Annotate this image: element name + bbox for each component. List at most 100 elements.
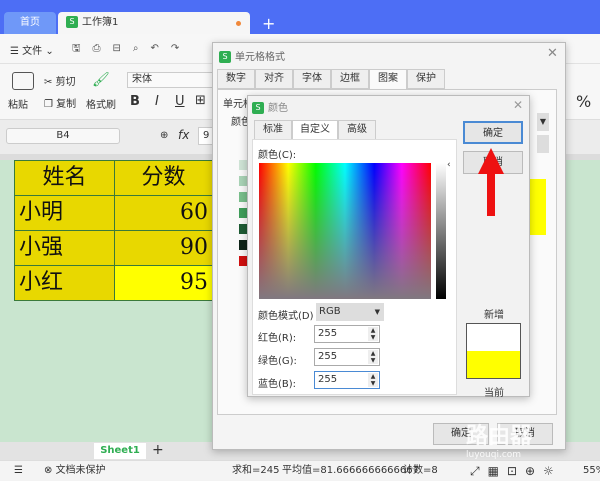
- color-swatch[interactable]: [239, 192, 247, 202]
- blue-label: 蓝色(B):: [258, 379, 297, 390]
- format-tab[interactable]: 边框: [331, 69, 369, 89]
- copy-button[interactable]: ❐ 复制: [44, 95, 76, 110]
- format-tab[interactable]: 对齐: [255, 69, 293, 89]
- cut-button[interactable]: ✂ 剪切: [44, 73, 76, 88]
- green-stepper[interactable]: ▲ ▼: [368, 350, 378, 364]
- tab-workbook[interactable]: S 工作簿1: [58, 12, 250, 34]
- color-dialog: S 颜色 ✕ 标准 自定义 高级 颜色(C): ‹ 颜色模式(D) RGB ▼ 红色(R…: [247, 95, 530, 399]
- blue-stepper[interactable]: ▲ ▼: [368, 373, 378, 387]
- color-spectrum[interactable]: [259, 163, 431, 299]
- font-select[interactable]: 宋体: [127, 72, 217, 88]
- file-label: 文件: [22, 46, 43, 57]
- close-icon[interactable]: ✕: [513, 98, 523, 112]
- paste-button[interactable]: 粘贴: [8, 96, 28, 111]
- watermark-text: 路由器: [466, 424, 533, 449]
- red-arrow-annotation: [478, 148, 504, 216]
- format-tab[interactable]: 图案: [369, 69, 407, 89]
- pattern-style-dropdown[interactable]: [537, 135, 549, 153]
- color-swatch[interactable]: [239, 240, 247, 250]
- table-cell[interactable]: 小明: [14, 195, 115, 231]
- watermark-url: luyouqi.com: [466, 450, 522, 460]
- format-tab[interactable]: 保护: [407, 69, 445, 89]
- chevron-down-icon: ▼: [374, 308, 380, 316]
- border-button[interactable]: ⊞: [195, 93, 206, 108]
- count-text: 计数=8: [403, 465, 438, 476]
- color-swatch[interactable]: [239, 176, 247, 186]
- sheet-tab-sheet1[interactable]: Sheet1: [94, 443, 146, 459]
- table-cell[interactable]: 95: [114, 265, 213, 301]
- mode-value: RGB: [319, 306, 341, 317]
- current-label: 当前: [484, 388, 504, 399]
- green-value: 255: [318, 351, 338, 362]
- title-text: 颜色: [268, 103, 288, 114]
- mode-label: 颜色模式(D): [258, 311, 314, 322]
- blue-input[interactable]: 255 ▲ ▼: [314, 371, 380, 389]
- unsaved-dot-icon: [236, 21, 241, 26]
- title-text: 单元格格式: [235, 52, 285, 63]
- zoom-level[interactable]: 55%: [583, 461, 600, 481]
- current-color-swatch: [467, 351, 520, 378]
- color-mode-select[interactable]: RGB ▼: [316, 303, 384, 321]
- color-swatch[interactable]: [239, 160, 247, 170]
- blue-value: 255: [318, 374, 338, 385]
- close-icon[interactable]: ✕: [547, 46, 558, 61]
- zoom-formula-icon[interactable]: ⊕: [160, 130, 168, 141]
- underline-button[interactable]: U: [175, 94, 185, 109]
- table-cell[interactable]: 90: [114, 230, 213, 266]
- red-input[interactable]: 255 ▲ ▼: [314, 325, 380, 343]
- copy-label: 复制: [56, 99, 77, 110]
- color-swatch[interactable]: [239, 256, 247, 266]
- italic-button[interactable]: I: [155, 94, 159, 109]
- format-painter-button[interactable]: 格式刷: [86, 96, 116, 111]
- file-menu[interactable]: ☰ 文件 ⌄: [10, 42, 54, 57]
- color-preview: [466, 323, 521, 379]
- app-icon: S: [252, 102, 264, 114]
- new-label: 新增: [484, 310, 504, 321]
- avg-text: 平均值=81.6666666666667: [282, 465, 419, 476]
- status-bar: ☰ ⊗ 文档未保护 求和=245 平均值=81.6666666666667 计数…: [0, 460, 600, 480]
- color-tab[interactable]: 高级: [338, 120, 376, 140]
- protect-label: 文档未保护: [55, 465, 106, 476]
- paste-icon: [12, 72, 34, 90]
- table-cell[interactable]: 小强: [14, 230, 115, 266]
- color-ok-button[interactable]: 确定: [463, 121, 523, 144]
- luminance-slider[interactable]: [436, 163, 446, 299]
- tab-home[interactable]: 首页: [4, 12, 56, 34]
- new-tab-button[interactable]: +: [262, 14, 275, 33]
- green-label: 绿色(G):: [258, 356, 297, 367]
- color-swatch[interactable]: [239, 224, 247, 234]
- red-stepper[interactable]: ▲ ▼: [368, 327, 378, 341]
- view-buttons[interactable]: ⤢▦⊡⊕☼: [470, 461, 562, 481]
- new-color-swatch: [467, 324, 520, 351]
- green-input[interactable]: 255 ▲ ▼: [314, 348, 380, 366]
- color-dialog-title: S 颜色: [252, 99, 288, 114]
- sheet-icon: S: [66, 16, 78, 28]
- name-box[interactable]: B4: [6, 128, 120, 144]
- table-cell[interactable]: 小红: [14, 265, 115, 301]
- sum-text: 求和=245: [232, 465, 280, 476]
- red-label: 红色(R):: [258, 333, 297, 344]
- table-cell[interactable]: 60: [114, 195, 213, 231]
- protect-status[interactable]: ⊗ 文档未保护: [44, 461, 106, 481]
- percent-button[interactable]: %: [576, 92, 591, 111]
- quick-access-icons[interactable]: 🖫⎙⊟⌕↶↷: [72, 41, 191, 58]
- bold-button[interactable]: B: [130, 94, 140, 109]
- color-tab[interactable]: 标准: [254, 120, 292, 140]
- pattern-dropdown[interactable]: ▼: [537, 113, 549, 131]
- format-tab[interactable]: 数字: [217, 69, 255, 89]
- app-icon: S: [219, 51, 231, 63]
- cut-label: 剪切: [55, 77, 76, 88]
- color-picker-label: 颜色(C):: [258, 150, 297, 161]
- doc-icon: ☰: [14, 465, 23, 476]
- table-cell[interactable]: 分数: [114, 160, 213, 196]
- slider-arrow-icon[interactable]: ‹: [447, 160, 451, 170]
- fx-button[interactable]: fx: [178, 128, 189, 142]
- sample-preview: [529, 179, 546, 235]
- format-tab[interactable]: 字体: [293, 69, 331, 89]
- table-cell[interactable]: 姓名: [14, 160, 115, 196]
- color-swatch[interactable]: [239, 208, 247, 218]
- format-painter-icon: 🖌: [92, 72, 110, 88]
- color-tab[interactable]: 自定义: [292, 120, 338, 140]
- tab-label: 工作簿1: [82, 17, 119, 28]
- add-sheet-button[interactable]: +: [152, 442, 164, 458]
